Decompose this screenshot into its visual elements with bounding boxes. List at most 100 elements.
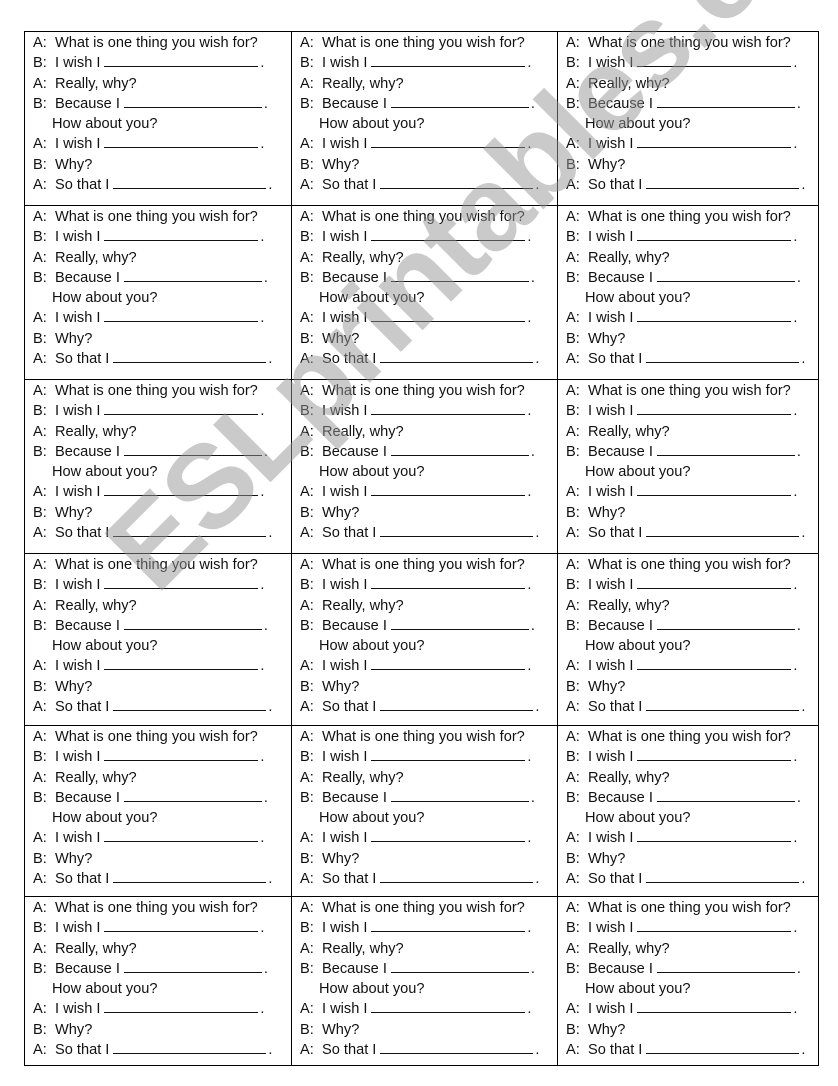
dialogue-line: A: So that I.: [300, 697, 557, 717]
dialogue-text: Really, why?: [322, 597, 404, 614]
fill-in-blank[interactable]: [380, 870, 534, 884]
fill-in-blank[interactable]: [104, 402, 259, 416]
dialogue-card: A: What is one thing you wish for? B: I wis…: [558, 726, 818, 897]
fill-in-blank[interactable]: [371, 576, 526, 590]
fill-in-blank[interactable]: [646, 524, 800, 538]
fill-in-blank[interactable]: [380, 176, 534, 190]
fill-in-blank[interactable]: [113, 176, 267, 190]
fill-in-blank[interactable]: [371, 402, 526, 416]
speaker-label: B:: [566, 749, 580, 766]
speaker-label: A:: [300, 699, 314, 716]
fill-in-blank[interactable]: [656, 617, 795, 630]
speaker-label: A:: [300, 209, 314, 225]
fill-in-blank[interactable]: [104, 829, 259, 843]
fill-in-blank[interactable]: [104, 54, 259, 68]
fill-in-blank[interactable]: [656, 789, 795, 802]
period: .: [527, 136, 532, 153]
dialogue-text: Why?: [322, 678, 360, 695]
fill-in-blank[interactable]: [390, 789, 529, 802]
dialogue-text: Because I: [588, 95, 653, 112]
fill-in-blank[interactable]: [390, 443, 529, 456]
dialogue-text: I wish I: [55, 484, 101, 501]
dialogue-line: A: I wish I.: [33, 308, 291, 328]
fill-in-blank[interactable]: [113, 350, 267, 364]
fill-in-blank[interactable]: [637, 829, 792, 843]
fill-in-blank[interactable]: [104, 1000, 259, 1014]
fill-in-blank[interactable]: [380, 1041, 534, 1055]
fill-in-blank[interactable]: [646, 698, 800, 712]
period: .: [796, 269, 801, 286]
fill-in-blank[interactable]: [646, 176, 800, 190]
fill-in-blank[interactable]: [371, 657, 526, 671]
fill-in-blank[interactable]: [371, 1000, 526, 1014]
fill-in-blank[interactable]: [637, 576, 792, 590]
period: .: [263, 443, 268, 460]
fill-in-blank[interactable]: [380, 524, 534, 538]
fill-in-blank[interactable]: [390, 617, 529, 630]
fill-in-blank[interactable]: [371, 919, 526, 933]
fill-in-blank[interactable]: [104, 576, 259, 590]
fill-in-blank[interactable]: [637, 483, 792, 497]
fill-in-blank[interactable]: [113, 698, 267, 712]
speaker-label: A:: [33, 830, 47, 847]
fill-in-blank[interactable]: [637, 919, 792, 933]
fill-in-blank[interactable]: [123, 960, 262, 973]
fill-in-blank[interactable]: [656, 443, 795, 456]
fill-in-blank[interactable]: [380, 698, 534, 712]
fill-in-blank[interactable]: [371, 309, 526, 323]
fill-in-blank[interactable]: [113, 1041, 267, 1055]
fill-in-blank[interactable]: [113, 524, 267, 538]
fill-in-blank[interactable]: [123, 95, 262, 108]
fill-in-blank[interactable]: [637, 228, 792, 242]
fill-in-blank[interactable]: [637, 309, 792, 323]
fill-in-blank[interactable]: [637, 1000, 792, 1014]
fill-in-blank[interactable]: [380, 350, 534, 364]
dialogue-card: A: What is one thing you wish for? B: I wis…: [558, 206, 818, 380]
fill-in-blank[interactable]: [637, 402, 792, 416]
fill-in-blank[interactable]: [637, 748, 792, 762]
fill-in-blank[interactable]: [390, 95, 529, 108]
fill-in-blank[interactable]: [390, 960, 529, 973]
dialogue-line: B: Why?: [566, 329, 818, 349]
fill-in-blank[interactable]: [371, 54, 526, 68]
fill-in-blank[interactable]: [104, 748, 259, 762]
dialogue-text: What is one thing you wish for?: [322, 35, 525, 51]
fill-in-blank[interactable]: [646, 870, 800, 884]
fill-in-blank[interactable]: [637, 657, 792, 671]
period: .: [260, 830, 265, 847]
speaker-label: A:: [33, 699, 47, 716]
dialogue-text: What is one thing you wish for?: [55, 729, 258, 745]
fill-in-blank[interactable]: [123, 443, 262, 456]
dialogue-line: How about you?: [33, 114, 291, 134]
dialogue-line: B: Why?: [566, 503, 818, 523]
dialogue-line: B: Why?: [300, 329, 557, 349]
fill-in-blank[interactable]: [656, 269, 795, 282]
fill-in-blank[interactable]: [371, 483, 526, 497]
dialogue-line: A: Really, why?: [33, 939, 291, 959]
dialogue-line: B: Why?: [300, 155, 557, 175]
fill-in-blank[interactable]: [371, 829, 526, 843]
fill-in-blank[interactable]: [646, 1041, 800, 1055]
fill-in-blank[interactable]: [104, 919, 259, 933]
fill-in-blank[interactable]: [123, 617, 262, 630]
fill-in-blank[interactable]: [637, 54, 792, 68]
fill-in-blank[interactable]: [637, 135, 792, 149]
period: .: [527, 229, 532, 246]
fill-in-blank[interactable]: [656, 95, 795, 108]
fill-in-blank[interactable]: [656, 960, 795, 973]
fill-in-blank[interactable]: [371, 135, 526, 149]
fill-in-blank[interactable]: [104, 135, 259, 149]
fill-in-blank[interactable]: [104, 228, 259, 242]
fill-in-blank[interactable]: [123, 269, 262, 282]
fill-in-blank[interactable]: [123, 789, 262, 802]
fill-in-blank[interactable]: [104, 483, 259, 497]
fill-in-blank[interactable]: [371, 748, 526, 762]
fill-in-blank[interactable]: [371, 228, 526, 242]
speaker-label: A:: [33, 75, 47, 92]
fill-in-blank[interactable]: [390, 269, 529, 282]
fill-in-blank[interactable]: [113, 870, 267, 884]
fill-in-blank[interactable]: [104, 309, 259, 323]
fill-in-blank[interactable]: [104, 657, 259, 671]
fill-in-blank[interactable]: [646, 350, 800, 364]
dialogue-text: I wish I: [55, 749, 101, 766]
